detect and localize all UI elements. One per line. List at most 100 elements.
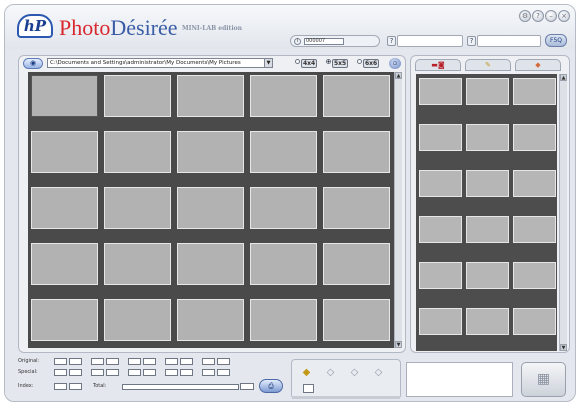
order-thumbnail[interactable] xyxy=(513,308,556,335)
photo-thumbnail[interactable] xyxy=(31,131,98,173)
chevron-down-icon[interactable]: ▼ xyxy=(264,59,272,67)
photo-thumbnail[interactable] xyxy=(177,299,244,341)
photo-thumbnail[interactable] xyxy=(250,299,317,341)
count-field[interactable] xyxy=(69,358,82,365)
photo-thumbnail[interactable] xyxy=(323,243,390,285)
grid-option-5x5[interactable]: 5x5 xyxy=(326,59,349,68)
count-field[interactable] xyxy=(106,369,119,376)
print-button[interactable]: ⎙ xyxy=(259,379,283,393)
photo-thumbnail[interactable] xyxy=(31,187,98,229)
photo-thumbnail[interactable] xyxy=(104,75,171,117)
photo-thumbnail[interactable] xyxy=(177,187,244,229)
scroll-down-icon[interactable]: ▼ xyxy=(395,341,402,348)
order-thumbnail[interactable] xyxy=(466,308,509,335)
count-field[interactable] xyxy=(217,369,230,376)
order-thumbnail[interactable] xyxy=(466,170,509,197)
order-thumbnail[interactable] xyxy=(513,170,556,197)
diamond-icon[interactable]: ◇ xyxy=(348,367,361,378)
photo-thumbnail[interactable] xyxy=(250,187,317,229)
count-field[interactable] xyxy=(165,369,178,376)
settings-icon[interactable]: ⚙ xyxy=(519,10,531,22)
count-field[interactable] xyxy=(202,369,215,376)
count-field[interactable] xyxy=(143,369,156,376)
radio-5x5[interactable] xyxy=(326,59,331,64)
count-field[interactable] xyxy=(54,369,67,376)
brush-tab[interactable]: ◆ xyxy=(515,59,561,71)
photo-thumbnail[interactable] xyxy=(177,243,244,285)
count-field[interactable] xyxy=(143,358,156,365)
view-icon[interactable]: ◉ xyxy=(23,58,43,69)
photo-thumbnail[interactable] xyxy=(31,243,98,285)
folder-path-select[interactable]: C:\Documents and Settings\administrator\… xyxy=(47,58,273,68)
minimize-icon[interactable]: – xyxy=(545,10,557,22)
photo-thumbnail[interactable] xyxy=(104,243,171,285)
photo-thumbnail[interactable] xyxy=(323,131,390,173)
color-swatch[interactable] xyxy=(303,384,314,393)
photo-thumbnail[interactable] xyxy=(323,75,390,117)
photo-thumbnail[interactable] xyxy=(104,131,171,173)
count-field[interactable] xyxy=(91,369,104,376)
order-thumbnail[interactable] xyxy=(419,170,462,197)
radio-6x6[interactable] xyxy=(357,59,362,64)
photo-thumbnail[interactable] xyxy=(323,299,390,341)
eraser-icon[interactable]: ◆ xyxy=(300,367,313,378)
order-thumbnail[interactable] xyxy=(513,124,556,151)
order-thumbnail[interactable] xyxy=(419,216,462,243)
order-thumbnail[interactable] xyxy=(419,308,462,335)
photo-thumbnail[interactable] xyxy=(250,243,317,285)
photo-thumbnail[interactable] xyxy=(250,75,317,117)
count-field[interactable] xyxy=(180,358,193,365)
order-thumbnail[interactable] xyxy=(513,262,556,289)
order-thumbnail[interactable] xyxy=(513,216,556,243)
index-count-field[interactable] xyxy=(54,383,67,390)
help-query-icon[interactable]: ? xyxy=(387,36,396,46)
order-thumbnail[interactable] xyxy=(466,262,509,289)
count-field[interactable] xyxy=(91,358,104,365)
order-thumbnail[interactable] xyxy=(419,78,462,105)
photo-thumbnail[interactable] xyxy=(177,131,244,173)
order-scrollbar[interactable]: ▲ ▼ xyxy=(559,74,567,351)
count-field[interactable] xyxy=(128,369,141,376)
count-field[interactable] xyxy=(202,358,215,365)
tool-scrollbar[interactable] xyxy=(292,396,400,399)
count-field[interactable] xyxy=(106,358,119,365)
photo-thumbnail[interactable] xyxy=(31,75,98,117)
count-field[interactable] xyxy=(69,369,82,376)
diamond-icon[interactable]: ◇ xyxy=(372,367,385,378)
order-thumbnail[interactable] xyxy=(466,78,509,105)
search-query-icon[interactable]: ? xyxy=(467,36,476,46)
order-thumbnail[interactable] xyxy=(466,124,509,151)
camera-tab[interactable]: ▬◙ xyxy=(415,59,461,71)
order-thumbnail[interactable] xyxy=(419,124,462,151)
count-field[interactable] xyxy=(165,358,178,365)
photo-thumbnail[interactable] xyxy=(177,75,244,117)
help-icon[interactable]: ? xyxy=(532,10,544,22)
photo-thumbnail[interactable] xyxy=(250,131,317,173)
grid-option-6x6[interactable]: 6x6 xyxy=(357,59,380,68)
count-field[interactable] xyxy=(217,358,230,365)
count-field[interactable] xyxy=(54,358,67,365)
index-count-field[interactable] xyxy=(69,383,82,390)
photo-thumbnail[interactable] xyxy=(104,187,171,229)
search-input-1[interactable]: ? xyxy=(387,35,463,47)
photo-thumbnail[interactable] xyxy=(31,299,98,341)
photo-thumbnail[interactable] xyxy=(104,299,171,341)
print-order-button[interactable]: ▦ xyxy=(521,362,566,397)
count-field[interactable] xyxy=(128,358,141,365)
find-button[interactable]: F5Q xyxy=(545,34,567,47)
radio-4x4[interactable] xyxy=(295,59,300,64)
close-icon[interactable]: × xyxy=(558,10,570,22)
grid-scrollbar[interactable]: ▲ ▼ xyxy=(394,72,402,348)
scroll-up-icon[interactable]: ▲ xyxy=(395,72,402,79)
diamond-icon[interactable]: ◇ xyxy=(324,367,337,378)
count-field[interactable] xyxy=(180,369,193,376)
scroll-up-icon[interactable]: ▲ xyxy=(560,74,567,81)
order-thumbnail[interactable] xyxy=(513,78,556,105)
order-thumbnail[interactable] xyxy=(419,262,462,289)
search-input-2[interactable]: ? xyxy=(467,35,541,47)
pencil-tab[interactable]: ✎ xyxy=(465,59,511,71)
order-thumbnail[interactable] xyxy=(466,216,509,243)
grid-option-4x4[interactable]: 4x4 xyxy=(295,59,318,68)
zoom-icon[interactable]: ⊙ xyxy=(389,58,401,69)
photo-thumbnail[interactable] xyxy=(323,187,390,229)
